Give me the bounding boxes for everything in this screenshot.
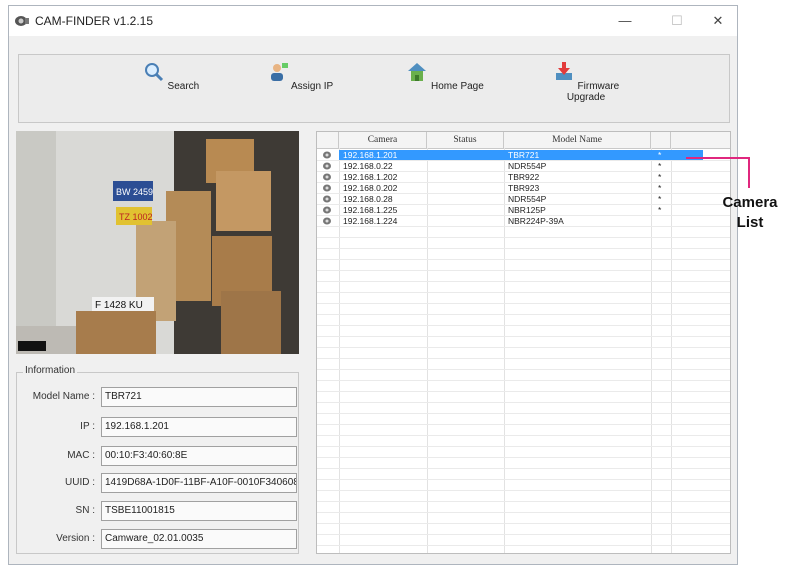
camera-row[interactable]: 192.168.1.225 NBR125P * (317, 205, 730, 215)
camera-ip: 192.168.1.225 (343, 205, 398, 215)
callout-line-1: Camera (722, 194, 778, 211)
assign-ip-icon (270, 63, 288, 81)
callout-line-vertical (748, 157, 750, 188)
ip-field[interactable]: 192.168.1.201 (101, 417, 297, 437)
camera-row[interactable]: 192.168.0.202 TBR923 * (317, 183, 730, 193)
model-name-field[interactable]: TBR721 (101, 387, 297, 407)
firmware-upgrade-button[interactable]: Firmware Upgrade (536, 61, 636, 103)
camera-row[interactable]: 192.168.0.22 NDR554P * (317, 161, 730, 171)
ip-row: IP : 192.168.1.201 (17, 417, 298, 439)
minimize-button[interactable]: — (613, 10, 637, 32)
camera-icon (323, 151, 331, 159)
mac-field[interactable]: 00:10:F3:40:60:8E (101, 446, 297, 466)
model-name-column-header[interactable]: Model Name (504, 132, 651, 148)
camera-column-header[interactable]: Camera (339, 132, 427, 148)
flag-column-header (651, 132, 671, 148)
camera-model: NBR224P-39A (508, 216, 564, 226)
camera-flag: * (658, 183, 662, 193)
camera-ip: 192.168.0.22 (343, 161, 393, 171)
camera-flag: * (658, 194, 662, 204)
camera-flag: * (658, 150, 662, 160)
preview-image: BW 2459 TZ 1002 F 1428 KU (16, 131, 299, 354)
mac-label: MAC : (67, 450, 95, 461)
version-label: Version : (56, 533, 95, 544)
firmware-upgrade-label: Firmware Upgrade (566, 81, 620, 103)
camera-ip: 192.168.1.202 (343, 172, 398, 182)
icon-column-header (317, 132, 339, 148)
uuid-label: UUID : (65, 477, 95, 488)
maximize-button[interactable]: ☐ (665, 10, 689, 32)
ip-label: IP : (80, 421, 95, 432)
version-field[interactable]: Camware_02.01.0035 (101, 529, 297, 549)
information-group: Information Model Name : TBR721 IP : 192… (16, 365, 299, 554)
mac-row: MAC : 00:10:F3:40:60:8E (17, 446, 298, 468)
camera-model: TBR721 (508, 150, 540, 160)
camera-model: TBR923 (508, 183, 540, 193)
camera-preview: BW 2459 TZ 1002 F 1428 KU (16, 131, 299, 354)
information-legend: Information (23, 365, 78, 376)
search-icon (144, 63, 163, 82)
camera-icon (323, 162, 331, 170)
sn-field[interactable]: TSBE11001815 (101, 501, 297, 521)
callout-line (686, 157, 750, 159)
camera-model: NDR554P (508, 161, 547, 171)
camera-list[interactable]: Camera Status Model Name 192.168.1.201 T… (316, 131, 731, 554)
assign-ip-label: Assign IP (290, 81, 334, 92)
assign-ip-button[interactable]: Assign IP (250, 61, 350, 92)
camera-ip: 192.168.1.201 (343, 150, 398, 160)
camera-model: TBR922 (508, 172, 540, 182)
camera-model: NBR125P (508, 205, 546, 215)
sn-label: SN : (75, 505, 95, 516)
toolbar: Search Assign IP Home Page Firmware Upgr… (18, 54, 730, 123)
camera-row[interactable]: 192.168.1.201 TBR721 * (317, 150, 730, 160)
camera-app-icon (15, 16, 29, 26)
home-page-button[interactable]: Home Page (395, 61, 495, 92)
camera-model: NDR554P (508, 194, 547, 204)
camera-list-callout: Camera List (711, 193, 789, 233)
search-label: Search (167, 81, 200, 92)
camera-icon (323, 217, 331, 225)
camera-row[interactable]: 192.168.1.224 NBR224P-39A (317, 216, 730, 226)
status-column-header[interactable]: Status (427, 132, 504, 148)
callout-line-2: List (736, 214, 764, 231)
uuid-field[interactable]: 1419D68A-1D0F-11BF-A10F-0010F340608E (101, 473, 297, 493)
title-bar: CAM-FINDER v1.2.15 — ☐ ✕ (9, 6, 737, 36)
camera-list-header: Camera Status Model Name (317, 132, 730, 149)
camera-ip: 192.168.0.202 (343, 183, 398, 193)
plate-2: TZ 1002 (119, 212, 153, 222)
version-row: Version : Camware_02.01.0035 (17, 529, 298, 551)
window-title: CAM-FINDER v1.2.15 (35, 14, 154, 28)
camera-row[interactable]: 192.168.0.28 NDR554P * (317, 194, 730, 204)
plate-1: BW 2459 (116, 187, 153, 197)
camera-ip: 192.168.1.224 (343, 216, 398, 226)
close-button[interactable]: ✕ (706, 10, 730, 32)
camera-icon (323, 206, 331, 214)
camera-row[interactable]: 192.168.1.202 TBR922 * (317, 172, 730, 182)
camera-icon (323, 195, 331, 203)
home-page-label: Home Page (430, 81, 484, 92)
model-name-row: Model Name : TBR721 (17, 387, 298, 409)
firmware-upgrade-icon (555, 62, 572, 80)
model-name-label: Model Name : (32, 391, 95, 402)
search-button[interactable]: Search (121, 61, 221, 92)
camera-icon (323, 173, 331, 181)
camera-flag: * (658, 161, 662, 171)
camera-ip: 192.168.0.28 (343, 194, 393, 204)
camera-flag: * (658, 172, 662, 182)
sn-row: SN : TSBE11001815 (17, 501, 298, 523)
plate-3: F 1428 KU (95, 300, 143, 311)
home-icon (408, 63, 427, 81)
uuid-row: UUID : 1419D68A-1D0F-11BF-A10F-0010F3406… (17, 473, 298, 495)
camera-flag: * (658, 205, 662, 215)
camera-icon (323, 184, 331, 192)
